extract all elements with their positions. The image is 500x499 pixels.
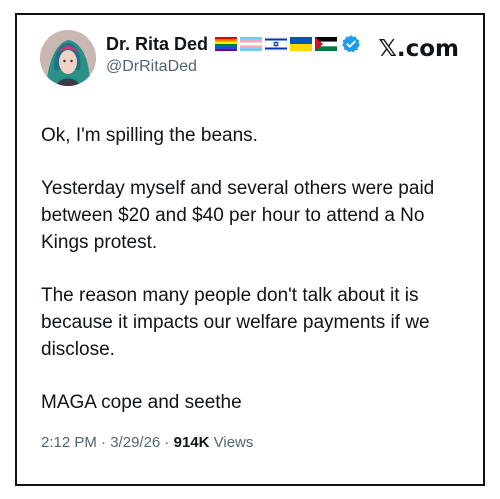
tweet-paragraph: MAGA cope and seethe xyxy=(41,392,242,413)
avatar[interactable] xyxy=(40,30,96,86)
tweet-card: Dr. Rita Ded @DrRitaDed 𝕏.com Ok, I'm sp… xyxy=(27,22,477,467)
author-info: Dr. Rita Ded @DrRitaDed xyxy=(106,32,361,76)
views-count[interactable]: 914K xyxy=(174,434,210,451)
flag-emojis xyxy=(215,37,338,51)
tweet-paragraph: Yesterday myself and several others were… xyxy=(41,178,435,253)
ukraine-flag-icon xyxy=(290,37,313,51)
author-handle[interactable]: @DrRitaDed xyxy=(106,58,361,76)
views-label: Views xyxy=(209,434,254,451)
meta-separator: · xyxy=(160,434,174,451)
tweet-date[interactable]: 3/29/26 xyxy=(110,434,160,451)
rainbow-pride-flag-icon xyxy=(215,37,238,51)
meta-separator: · xyxy=(96,434,111,451)
palestine-flag-icon xyxy=(315,37,338,51)
verified-badge-icon xyxy=(341,34,361,54)
tweet-paragraph: Ok, I'm spilling the beans. xyxy=(41,125,258,146)
tweet-paragraph: The reason many people don't talk about … xyxy=(41,285,430,360)
transgender-pride-flag-icon xyxy=(240,37,263,51)
author-display-name[interactable]: Dr. Rita Ded xyxy=(106,34,208,55)
israel-flag-icon xyxy=(265,37,288,51)
tweet-metadata: 2:12 PM · 3/29/26 · 914K Views xyxy=(41,434,253,451)
tweet-text: Ok, I'm spilling the beans. Yesterday my… xyxy=(41,122,471,442)
x-logo[interactable]: 𝕏.com xyxy=(378,36,459,62)
tweet-time[interactable]: 2:12 PM xyxy=(41,434,97,451)
tweet-header: Dr. Rita Ded @DrRitaDed 𝕏.com xyxy=(40,30,477,92)
name-row: Dr. Rita Ded xyxy=(106,32,361,56)
